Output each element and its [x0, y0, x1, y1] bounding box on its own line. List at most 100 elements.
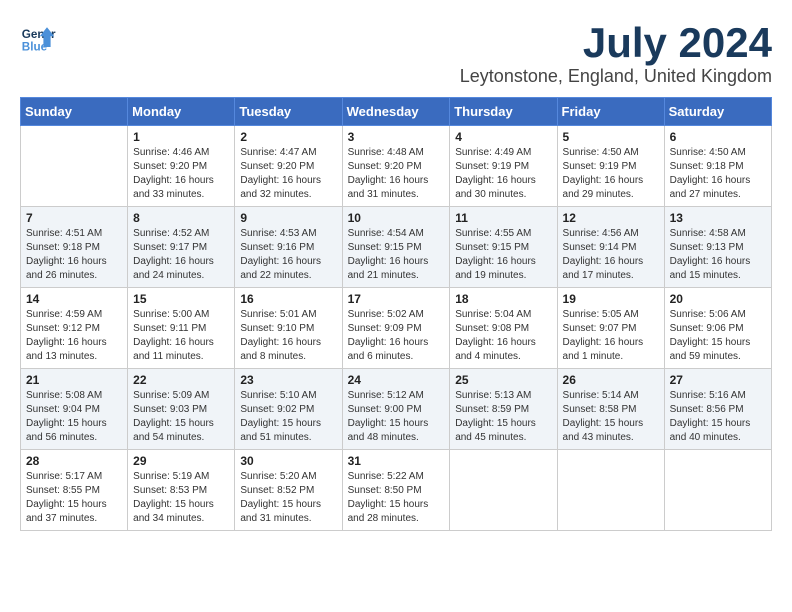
calendar-cell: 7 Sunrise: 4:51 AM Sunset: 9:18 PM Daylig… — [21, 207, 128, 288]
calendar-cell — [664, 450, 771, 531]
day-info: Sunrise: 4:56 AM Sunset: 9:14 PM Dayligh… — [563, 227, 659, 283]
calendar-header-wednesday: Wednesday — [342, 98, 450, 126]
page-header: General Blue July 2024 Leytonstone, Engl… — [20, 20, 772, 87]
calendar-cell: 25Sunrise: 5:13 AM Sunset: 8:59 PM Dayli… — [450, 369, 557, 450]
logo-icon: General Blue — [20, 20, 56, 56]
calendar-header-row: SundayMondayTuesdayWednesdayThursdayFrid… — [21, 98, 772, 126]
day-info: Sunrise: 5:01 AM Sunset: 9:10 PM Dayligh… — [240, 308, 336, 364]
title-block: July 2024 Leytonstone, England, United K… — [460, 20, 772, 87]
day-number: 1 — [133, 130, 229, 144]
calendar-cell: 6Sunrise: 4:50 AM Sunset: 9:18 PM Daylig… — [664, 126, 771, 207]
day-number: 16 — [240, 292, 336, 306]
calendar-cell: 26 Sunrise: 5:14 AM Sunset: 8:58 PM Dayli… — [557, 369, 664, 450]
day-info: Sunrise: 4:51 AM Sunset: 9:18 PM Dayligh… — [26, 227, 122, 283]
calendar-cell: 11 Sunrise: 4:55 AM Sunset: 9:15 PM Dayli… — [450, 207, 557, 288]
day-number: 28 — [26, 454, 122, 468]
calendar-week-row: 1 Sunrise: 4:46 AM Sunset: 9:20 PM Daylig… — [21, 126, 772, 207]
calendar-cell: 13Sunrise: 4:58 AM Sunset: 9:13 PM Dayli… — [664, 207, 771, 288]
calendar-cell: 4Sunrise: 4:49 AM Sunset: 9:19 PM Daylig… — [450, 126, 557, 207]
calendar-cell — [21, 126, 128, 207]
calendar-cell: 3Sunrise: 4:48 AM Sunset: 9:20 PM Daylig… — [342, 126, 450, 207]
day-number: 29 — [133, 454, 229, 468]
day-number: 27 — [670, 373, 766, 387]
day-info: Sunrise: 4:47 AM Sunset: 9:20 PM Dayligh… — [240, 146, 336, 202]
day-number: 9 — [240, 211, 336, 225]
day-number: 4 — [455, 130, 551, 144]
day-info: Sunrise: 5:22 AM Sunset: 8:50 PM Dayligh… — [348, 470, 445, 526]
calendar-header-saturday: Saturday — [664, 98, 771, 126]
calendar-cell: 2 Sunrise: 4:47 AM Sunset: 9:20 PM Daylig… — [235, 126, 342, 207]
calendar-cell: 5 Sunrise: 4:50 AM Sunset: 9:19 PM Daylig… — [557, 126, 664, 207]
day-info: Sunrise: 4:50 AM Sunset: 9:18 PM Dayligh… — [670, 146, 766, 202]
day-info: Sunrise: 5:02 AM Sunset: 9:09 PM Dayligh… — [348, 308, 445, 364]
calendar-cell: 9 Sunrise: 4:53 AM Sunset: 9:16 PM Daylig… — [235, 207, 342, 288]
day-number: 20 — [670, 292, 766, 306]
calendar-header-tuesday: Tuesday — [235, 98, 342, 126]
day-number: 23 — [240, 373, 336, 387]
day-info: Sunrise: 4:50 AM Sunset: 9:19 PM Dayligh… — [563, 146, 659, 202]
day-info: Sunrise: 5:08 AM Sunset: 9:04 PM Dayligh… — [26, 389, 122, 445]
day-info: Sunrise: 5:16 AM Sunset: 8:56 PM Dayligh… — [670, 389, 766, 445]
day-info: Sunrise: 5:12 AM Sunset: 9:00 PM Dayligh… — [348, 389, 445, 445]
day-number: 12 — [563, 211, 659, 225]
calendar-cell: 15Sunrise: 5:00 AM Sunset: 9:11 PM Dayli… — [128, 288, 235, 369]
calendar-week-row: 28 Sunrise: 5:17 AM Sunset: 8:55 PM Dayli… — [21, 450, 772, 531]
calendar-cell: 30Sunrise: 5:20 AM Sunset: 8:52 PM Dayli… — [235, 450, 342, 531]
day-info: Sunrise: 5:14 AM Sunset: 8:58 PM Dayligh… — [563, 389, 659, 445]
day-info: Sunrise: 5:10 AM Sunset: 9:02 PM Dayligh… — [240, 389, 336, 445]
calendar-cell: 27 Sunrise: 5:16 AM Sunset: 8:56 PM Dayli… — [664, 369, 771, 450]
calendar-week-row: 7 Sunrise: 4:51 AM Sunset: 9:18 PM Daylig… — [21, 207, 772, 288]
day-info: Sunrise: 5:04 AM Sunset: 9:08 PM Dayligh… — [455, 308, 551, 364]
calendar-cell: 1 Sunrise: 4:46 AM Sunset: 9:20 PM Daylig… — [128, 126, 235, 207]
day-info: Sunrise: 4:52 AM Sunset: 9:17 PM Dayligh… — [133, 227, 229, 283]
day-info: Sunrise: 5:09 AM Sunset: 9:03 PM Dayligh… — [133, 389, 229, 445]
calendar-header-sunday: Sunday — [21, 98, 128, 126]
day-number: 2 — [240, 130, 336, 144]
day-number: 25 — [455, 373, 551, 387]
day-info: Sunrise: 5:17 AM Sunset: 8:55 PM Dayligh… — [26, 470, 122, 526]
calendar-header-thursday: Thursday — [450, 98, 557, 126]
calendar-cell: 18 Sunrise: 5:04 AM Sunset: 9:08 PM Dayli… — [450, 288, 557, 369]
calendar-cell: 12 Sunrise: 4:56 AM Sunset: 9:14 PM Dayli… — [557, 207, 664, 288]
calendar-cell: 28 Sunrise: 5:17 AM Sunset: 8:55 PM Dayli… — [21, 450, 128, 531]
calendar-cell: 10Sunrise: 4:54 AM Sunset: 9:15 PM Dayli… — [342, 207, 450, 288]
month-title: July 2024 — [460, 20, 772, 66]
day-number: 11 — [455, 211, 551, 225]
logo: General Blue — [20, 20, 56, 56]
day-info: Sunrise: 5:00 AM Sunset: 9:11 PM Dayligh… — [133, 308, 229, 364]
day-info: Sunrise: 5:06 AM Sunset: 9:06 PM Dayligh… — [670, 308, 766, 364]
calendar-week-row: 21 Sunrise: 5:08 AM Sunset: 9:04 PM Dayli… — [21, 369, 772, 450]
calendar-table: SundayMondayTuesdayWednesdayThursdayFrid… — [20, 97, 772, 531]
day-number: 26 — [563, 373, 659, 387]
calendar-cell: 23 Sunrise: 5:10 AM Sunset: 9:02 PM Dayli… — [235, 369, 342, 450]
day-info: Sunrise: 4:55 AM Sunset: 9:15 PM Dayligh… — [455, 227, 551, 283]
day-number: 30 — [240, 454, 336, 468]
day-info: Sunrise: 4:58 AM Sunset: 9:13 PM Dayligh… — [670, 227, 766, 283]
day-info: Sunrise: 4:46 AM Sunset: 9:20 PM Dayligh… — [133, 146, 229, 202]
day-info: Sunrise: 4:54 AM Sunset: 9:15 PM Dayligh… — [348, 227, 445, 283]
day-info: Sunrise: 4:53 AM Sunset: 9:16 PM Dayligh… — [240, 227, 336, 283]
day-number: 19 — [563, 292, 659, 306]
day-number: 21 — [26, 373, 122, 387]
day-info: Sunrise: 5:19 AM Sunset: 8:53 PM Dayligh… — [133, 470, 229, 526]
location-title: Leytonstone, England, United Kingdom — [460, 66, 772, 87]
calendar-week-row: 14Sunrise: 4:59 AM Sunset: 9:12 PM Dayli… — [21, 288, 772, 369]
calendar-cell: 19 Sunrise: 5:05 AM Sunset: 9:07 PM Dayli… — [557, 288, 664, 369]
calendar-cell — [450, 450, 557, 531]
calendar-cell: 8Sunrise: 4:52 AM Sunset: 9:17 PM Daylig… — [128, 207, 235, 288]
day-number: 31 — [348, 454, 445, 468]
day-number: 22 — [133, 373, 229, 387]
day-info: Sunrise: 5:05 AM Sunset: 9:07 PM Dayligh… — [563, 308, 659, 364]
calendar-cell: 29 Sunrise: 5:19 AM Sunset: 8:53 PM Dayli… — [128, 450, 235, 531]
day-number: 5 — [563, 130, 659, 144]
calendar-cell — [557, 450, 664, 531]
calendar-header-monday: Monday — [128, 98, 235, 126]
day-number: 14 — [26, 292, 122, 306]
day-number: 3 — [348, 130, 445, 144]
calendar-cell: 16 Sunrise: 5:01 AM Sunset: 9:10 PM Dayli… — [235, 288, 342, 369]
day-number: 18 — [455, 292, 551, 306]
calendar-cell: 22 Sunrise: 5:09 AM Sunset: 9:03 PM Dayli… — [128, 369, 235, 450]
calendar-cell: 31 Sunrise: 5:22 AM Sunset: 8:50 PM Dayli… — [342, 450, 450, 531]
calendar-cell: 20 Sunrise: 5:06 AM Sunset: 9:06 PM Dayli… — [664, 288, 771, 369]
day-number: 7 — [26, 211, 122, 225]
